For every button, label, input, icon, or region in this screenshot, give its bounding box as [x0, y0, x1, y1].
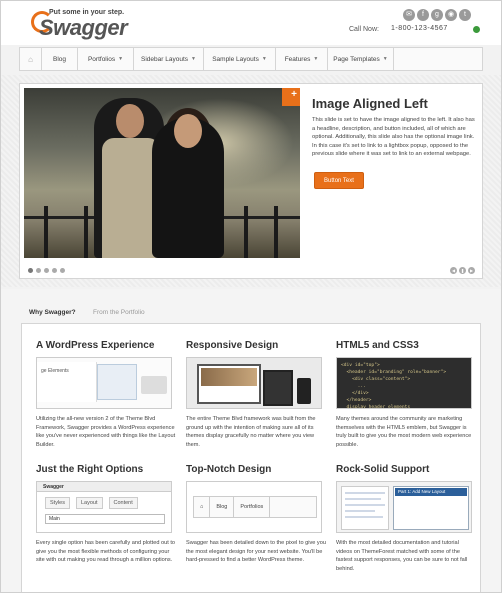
- feature-image-label: Main: [45, 514, 165, 524]
- feature-title: Responsive Design: [186, 340, 279, 351]
- feature-image: Part 1: Add New Layout: [336, 481, 472, 533]
- phone-status-icon: [473, 26, 480, 33]
- nav-item-features[interactable]: Features ▼: [276, 48, 328, 70]
- nav-label: Portfolios: [87, 55, 116, 63]
- slider-dot[interactable]: [36, 268, 41, 273]
- feature-description: Many themes around the community are mar…: [336, 416, 472, 448]
- feature-image-label: ge Elements: [37, 362, 97, 402]
- feature-title: Top-Notch Design: [186, 464, 272, 475]
- chevron-down-icon: ▼: [191, 56, 196, 62]
- feature-title: A WordPress Experience: [36, 340, 155, 351]
- feature-description: Every single option has been carefully a…: [36, 540, 176, 564]
- feature-image-label: Part 1: Add New Layout: [395, 488, 467, 496]
- feature-image: Swagger Styles Layout Content Main: [36, 481, 172, 533]
- feature-description: The entire Theme Blvd framework was buil…: [186, 416, 316, 448]
- nav-label: Features: [284, 55, 311, 63]
- google-icon[interactable]: g: [431, 9, 443, 21]
- nav-item-portfolios[interactable]: Portfolios ▼: [78, 48, 134, 70]
- feature-image: ge Elements: [36, 357, 172, 409]
- tab-from-portfolio[interactable]: From the Portfolio: [89, 305, 149, 320]
- feature-responsive-design: Responsive Design The entire Theme Blvd …: [186, 340, 326, 449]
- tab-why-swagger[interactable]: Why Swagger?: [21, 305, 84, 320]
- page-frame: Put some in your step. Swagger ✉ f g ◉ t…: [0, 0, 502, 593]
- feature-image: [186, 357, 322, 409]
- slider-dot[interactable]: [52, 268, 57, 273]
- feature-image: ⌂ Blog Portfolios: [186, 481, 322, 533]
- site-logo[interactable]: Put some in your step. Swagger: [31, 9, 131, 40]
- slider-dot[interactable]: [60, 268, 65, 273]
- tab-panel: A WordPress Experience ge Elements Utili…: [21, 323, 481, 592]
- nav-item-blog[interactable]: Blog: [42, 48, 78, 70]
- feature-image-label: Swagger: [37, 482, 171, 492]
- chevron-down-icon: ▼: [382, 56, 388, 62]
- feature-right-options: Just the Right Options Swagger Styles La…: [36, 464, 176, 565]
- home-icon: ⌂: [28, 54, 33, 64]
- feature-top-notch-design: Top-Notch Design ⌂ Blog Portfolios Swagg…: [186, 464, 326, 565]
- nav-label: Sample Layouts: [212, 55, 259, 63]
- slider-pagination: [28, 268, 65, 273]
- feature-description: Swagger has been detailed down to the pi…: [186, 540, 326, 564]
- feature-image-label: Portfolios: [234, 497, 271, 517]
- feature-title: Just the Right Options: [36, 464, 144, 475]
- feature-image-label: Styles: [45, 497, 70, 509]
- call-now-label: Call Now:: [349, 26, 379, 33]
- nav-item-page-templates[interactable]: Page Templates ▼: [328, 48, 394, 70]
- feature-image-label: Blog: [210, 497, 235, 517]
- nav-item-sidebar-layouts[interactable]: Sidebar Layouts ▼: [134, 48, 204, 70]
- nav-home[interactable]: ⌂: [20, 48, 42, 70]
- feature-title: HTML5 and CSS3: [336, 340, 419, 351]
- slide-description: This slide is set to have the image alig…: [312, 117, 475, 158]
- main-nav: ⌂ Blog Portfolios ▼ Sidebar Layouts ▼ Samp…: [19, 47, 483, 71]
- feature-wordpress-experience: A WordPress Experience ge Elements Utili…: [36, 340, 176, 449]
- logo-wordmark: Swagger: [39, 15, 128, 40]
- nav-label: Page Templates: [333, 55, 380, 63]
- nav-label: Blog: [52, 55, 66, 63]
- slider-dot[interactable]: [28, 268, 33, 273]
- slide-image[interactable]: [24, 88, 300, 258]
- feature-rock-solid-support: Rock-Solid Support Part 1: Add New Layou…: [336, 464, 476, 573]
- email-icon[interactable]: ✉: [403, 9, 415, 21]
- slide-title: Image Aligned Left: [312, 96, 428, 111]
- chevron-down-icon: ▼: [261, 56, 267, 62]
- chevron-down-icon: ▼: [118, 56, 124, 62]
- feature-html5-css3: HTML5 and CSS3 <div id="top"> <header id…: [336, 340, 476, 449]
- phone-number: 1-800-123-4567: [391, 25, 448, 32]
- twitter-icon[interactable]: t: [459, 9, 471, 21]
- nav-item-sample-layouts[interactable]: Sample Layouts ▼: [204, 48, 276, 70]
- site-header: Put some in your step. Swagger ✉ f g ◉ t…: [1, 1, 501, 45]
- prev-icon[interactable]: ◀: [450, 267, 457, 274]
- slide-button[interactable]: Button Text: [314, 172, 364, 189]
- lightbox-plus-icon[interactable]: +: [282, 88, 300, 106]
- feature-image: <div id="top"> <header id="branding" rol…: [336, 357, 472, 409]
- feature-title: Rock-Solid Support: [336, 464, 430, 475]
- next-icon[interactable]: ▶: [468, 267, 475, 274]
- slider-dot[interactable]: [44, 268, 49, 273]
- pause-icon[interactable]: ❚: [459, 267, 466, 274]
- chevron-down-icon: ▼: [313, 56, 319, 62]
- feature-image-label: Layout: [75, 497, 103, 509]
- nav-label: Sidebar Layouts: [141, 55, 189, 63]
- featured-slider: + Image Aligned Left This slide is set t…: [19, 83, 483, 279]
- feature-image-label: Content: [108, 497, 138, 509]
- facebook-icon[interactable]: f: [417, 9, 429, 21]
- feature-description: Utilizing the all-new version 2 of the T…: [36, 416, 176, 448]
- slider-controls: ◀ ❚ ▶: [450, 267, 475, 274]
- feature-description: With the most detailed documentation and…: [336, 540, 468, 572]
- rss-icon[interactable]: ◉: [445, 9, 457, 21]
